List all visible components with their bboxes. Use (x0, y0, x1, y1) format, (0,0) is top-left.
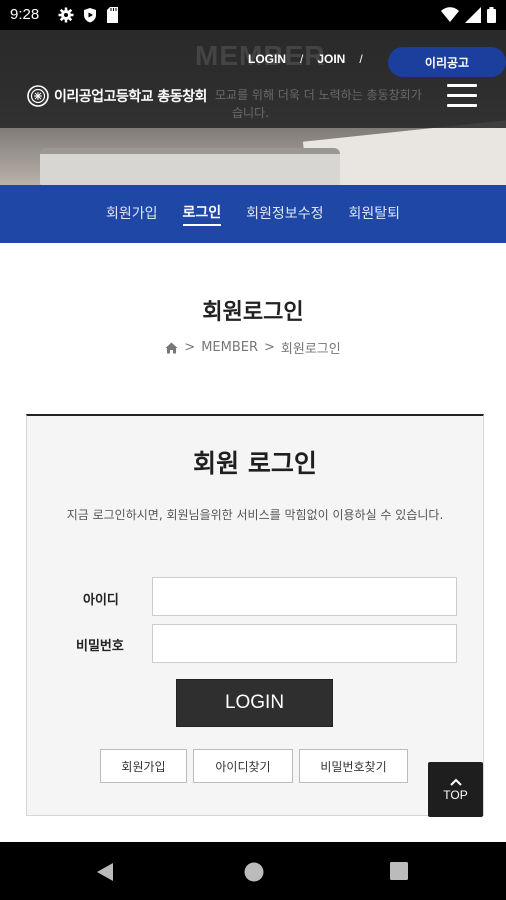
settings-icon (58, 7, 74, 23)
sd-card-icon (107, 7, 118, 23)
password-label: 비밀번호 (76, 639, 124, 654)
logo-text: 이리공업고등학교 총동창회 (54, 89, 207, 105)
menu-icon[interactable] (447, 84, 477, 108)
id-label: 아이디 (83, 593, 119, 608)
member-sub-nav: 회원가입 로그인 회원정보수정 회원탈퇴 (0, 185, 506, 243)
recents-icon[interactable] (390, 862, 408, 880)
status-bar: 9:28 (0, 0, 506, 30)
find-id-button[interactable]: 아이디찾기 (193, 749, 293, 783)
join-button[interactable]: 회원가입 (100, 749, 187, 783)
tab-login[interactable]: 로그인 (182, 202, 222, 226)
tab-join[interactable]: 회원가입 (106, 203, 158, 225)
login-link[interactable]: LOGIN (248, 52, 286, 66)
find-password-button[interactable]: 비밀번호찾기 (299, 749, 408, 783)
system-nav-bar (0, 842, 506, 900)
id-input[interactable] (152, 577, 457, 616)
school-emblem-icon (27, 85, 49, 107)
home-nav-icon[interactable] (244, 862, 264, 882)
site-logo[interactable]: 이리공업고등학교 총동창회 (27, 85, 207, 107)
school-button[interactable]: 이리공고 (388, 47, 506, 77)
login-button[interactable]: LOGIN (176, 679, 333, 727)
nav-separator: / (300, 52, 304, 66)
tab-withdraw[interactable]: 회원탈퇴 (348, 203, 400, 225)
hero-tagline-2: 습니다. (232, 106, 269, 120)
top-nav: LOGIN / JOIN / (248, 52, 377, 66)
breadcrumb-member[interactable]: MEMBER (201, 340, 258, 355)
nav-separator: / (359, 52, 363, 66)
page-title: 회원로그인 (202, 300, 304, 325)
hero-tagline: 모교를 위해 더욱 더 노력하는 총동창회가 (215, 88, 422, 102)
login-panel: 회원 로그인 지금 로그인하시면, 회원님을위한 서비스를 막힘없이 이용하실 … (26, 414, 484, 816)
breadcrumb-current: 회원로그인 (280, 342, 341, 357)
login-heading: 회원 로그인 (193, 449, 317, 478)
hero-image-laptop (40, 148, 340, 185)
top-label: TOP (443, 787, 468, 802)
wifi-icon (441, 7, 459, 22)
breadcrumb-separator: > (264, 340, 275, 355)
login-description: 지금 로그인하시면, 회원님을위한 서비스를 막힘없이 이용하실 수 있습니다. (66, 508, 444, 522)
tab-edit-profile[interactable]: 회원정보수정 (246, 203, 323, 225)
signal-icon (465, 7, 481, 23)
back-icon[interactable] (96, 862, 114, 882)
breadcrumb-separator: > (184, 340, 196, 355)
status-time: 9:28 (10, 6, 40, 23)
password-input[interactable] (152, 624, 457, 663)
chevron-up-icon (449, 778, 462, 786)
breadcrumb: > MEMBER > 회원로그인 (0, 338, 506, 357)
play-protect-icon (84, 8, 96, 23)
home-icon[interactable] (165, 342, 178, 354)
scroll-top-button[interactable]: TOP (428, 762, 483, 817)
battery-icon (487, 7, 496, 23)
join-link[interactable]: JOIN (317, 52, 345, 66)
